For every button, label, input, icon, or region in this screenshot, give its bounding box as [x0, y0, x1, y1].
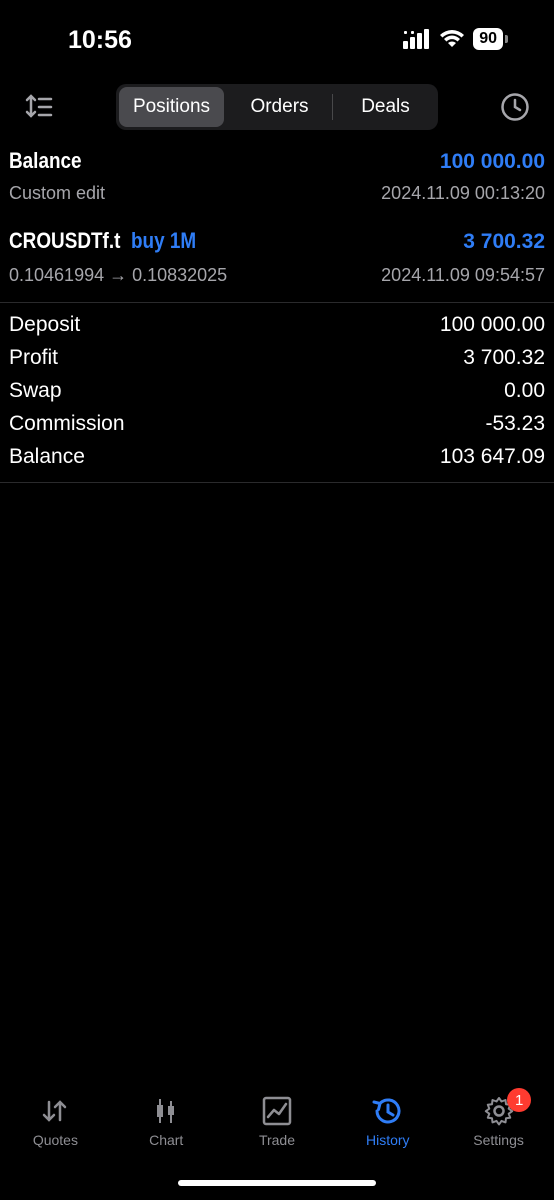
status-icons: 90: [403, 28, 508, 50]
candlestick-chart-icon: [157, 1099, 175, 1123]
balance-datetime: 2024.11.09 00:13:20: [381, 183, 545, 203]
summary-label: Profit: [9, 346, 59, 369]
summary-value: 3 700.32: [463, 346, 545, 369]
deal-title: CROUSDTf.t buy 1M: [9, 228, 206, 254]
history-list: Balance 100 000.00 Custom edit 2024.11.0…: [0, 138, 554, 483]
tab-positions[interactable]: Positions: [119, 87, 224, 127]
divider: [0, 482, 554, 483]
list-item-balance[interactable]: Balance 100 000.00 Custom edit 2024.11.0…: [0, 138, 554, 212]
tab-trade[interactable]: Trade: [222, 1086, 333, 1156]
quotes-arrows-icon: [43, 1100, 67, 1122]
tab-label: Settings: [473, 1132, 524, 1148]
tab-settings[interactable]: 1 Settings: [443, 1086, 554, 1156]
list-item-deal[interactable]: CROUSDTf.t buy 1M 3 700.32 0.10461994 → …: [0, 226, 554, 298]
deal-side: buy 1M: [130, 228, 196, 253]
tab-deals[interactable]: Deals: [333, 87, 438, 127]
summary-row-swap: Swap 0.00: [0, 375, 554, 408]
deal-datetime: 2024.11.09 09:54:57: [381, 265, 545, 285]
history-segmented-control: Positions Orders Deals: [116, 84, 438, 130]
summary-row-balance: Balance 103 647.09: [0, 441, 554, 474]
summary-row-commission: Commission -53.23: [0, 408, 554, 441]
summary-value: 103 647.09: [439, 445, 545, 468]
home-indicator[interactable]: [178, 1180, 376, 1186]
status-bar: 10:56 90: [0, 0, 554, 80]
wifi-icon: [440, 30, 465, 47]
tab-label: Chart: [149, 1132, 184, 1148]
summary-label: Balance: [9, 445, 85, 468]
tab-chart[interactable]: Chart: [111, 1086, 222, 1156]
balance-amount: 100 000.00: [439, 150, 545, 173]
signal-icon: [403, 29, 430, 49]
bottom-tab-bar: Quotes Chart Trade History 1 Settings: [0, 1086, 554, 1156]
summary-row-profit: Profit 3 700.32: [0, 342, 554, 375]
deal-symbol: CROUSDTf.t: [9, 228, 121, 253]
tab-label: Quotes: [32, 1132, 78, 1148]
summary-label: Commission: [9, 412, 125, 435]
top-toolbar: Positions Orders Deals: [0, 84, 554, 130]
summary-label: Swap: [9, 379, 62, 402]
summary-row-deposit: Deposit 100 000.00: [0, 309, 554, 342]
summary-value: -53.23: [485, 412, 545, 435]
battery-icon: 90: [473, 28, 503, 50]
history-icon: [372, 1098, 401, 1124]
tab-label: History: [366, 1132, 410, 1148]
sort-icon[interactable]: [24, 92, 54, 122]
battery-nub: [505, 35, 508, 43]
status-time: 10:56: [68, 26, 132, 54]
tab-history[interactable]: History: [332, 1086, 443, 1156]
tab-label: Trade: [258, 1132, 296, 1148]
summary-section: Deposit 100 000.00 Profit 3 700.32 Swap …: [0, 303, 554, 474]
summary-label: Deposit: [9, 313, 81, 336]
deal-profit: 3 700.32: [463, 230, 545, 253]
summary-value: 0.00: [504, 379, 545, 402]
notification-badge: 1: [507, 1088, 532, 1112]
trade-chart-icon: [262, 1096, 292, 1126]
clock-icon[interactable]: [500, 92, 530, 122]
balance-title: Balance: [9, 148, 82, 173]
summary-value: 100 000.00: [439, 313, 545, 336]
tab-orders[interactable]: Orders: [227, 87, 332, 127]
balance-comment: Custom edit: [9, 183, 106, 203]
tab-quotes[interactable]: Quotes: [0, 1086, 111, 1156]
deal-prices: 0.10461994 → 0.10832025: [9, 265, 228, 285]
